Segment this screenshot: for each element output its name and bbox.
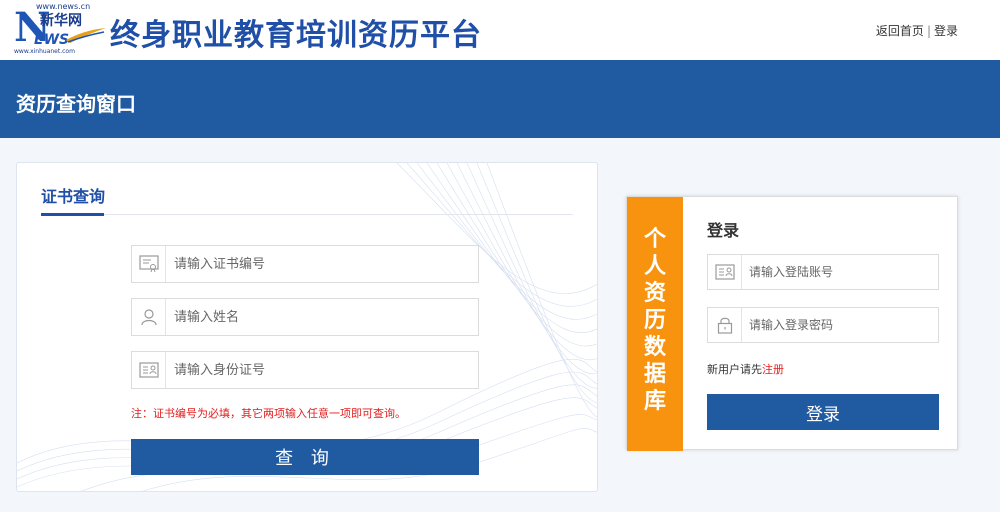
id-card-icon <box>708 255 742 289</box>
site-title: 终身职业教育培训资历平台 <box>110 18 482 53</box>
id-card-icon <box>132 352 166 388</box>
password-input[interactable] <box>743 308 937 342</box>
top-links: 返回首页 | 登录 <box>876 22 958 39</box>
query-note: 注：证书编号为必填，其它两项输入任意一项即可查询。 <box>131 407 406 420</box>
active-tab-indicator <box>41 213 104 216</box>
certificate-icon <box>132 246 166 282</box>
query-button[interactable]: 查 询 <box>131 439 479 475</box>
account-input[interactable] <box>743 255 937 289</box>
side-char: 个 <box>643 227 666 252</box>
logo-url: www.xinhuanet.com <box>14 48 75 55</box>
login-panel: 个 人 资 历 数 据 库 登录 新用户请先注册 登录 <box>626 196 958 451</box>
side-char: 数 <box>643 335 666 360</box>
register-link[interactable]: 注册 <box>762 363 784 376</box>
login-button[interactable]: 登录 <box>707 394 939 430</box>
page-title: 资历查询窗口 <box>16 92 136 116</box>
side-char: 人 <box>643 254 666 279</box>
side-char: 资 <box>643 281 666 306</box>
side-char: 据 <box>643 362 666 387</box>
link-separator: | <box>926 24 931 38</box>
top-login-link[interactable]: 登录 <box>934 24 958 38</box>
home-link[interactable]: 返回首页 <box>876 24 924 38</box>
tab-divider <box>41 214 573 215</box>
xinhua-logo[interactable]: N www.news.cn 新华网 EWS www.xinhuanet.com <box>14 2 106 56</box>
user-icon <box>132 299 166 335</box>
name-input[interactable] <box>167 299 477 335</box>
register-prompt: 新用户请先注册 <box>707 361 784 377</box>
certificate-query-card: 证书查询 注：证书编号为必填，其它两项输入任意一项即可查询。 查 询 <box>16 162 598 492</box>
tab-certificate-query[interactable]: 证书查询 <box>41 183 105 207</box>
password-field <box>707 307 939 343</box>
id-number-field <box>131 351 479 389</box>
side-char: 库 <box>643 389 666 414</box>
side-char: 历 <box>643 308 666 333</box>
personal-record-db-tab: 个 人 资 历 数 据 库 <box>627 197 683 451</box>
name-field <box>131 298 479 336</box>
certificate-number-field <box>131 245 479 283</box>
account-field <box>707 254 939 290</box>
lock-icon <box>708 308 742 342</box>
logo-swoosh-icon <box>66 28 106 43</box>
page-banner: 资历查询窗口 <box>0 60 1000 138</box>
register-prefix: 新用户请先 <box>707 363 762 376</box>
site-header: N www.news.cn 新华网 EWS www.xinhuanet.com … <box>0 0 1000 60</box>
login-title: 登录 <box>707 221 740 240</box>
certificate-number-input[interactable] <box>167 246 477 282</box>
logo-ews: EWS <box>34 32 70 48</box>
id-number-input[interactable] <box>167 352 477 388</box>
